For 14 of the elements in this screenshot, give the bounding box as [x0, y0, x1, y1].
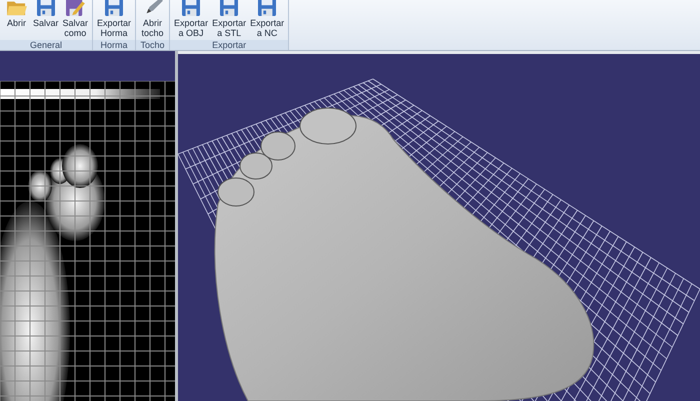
ribbon-button[interactable]: Abrir	[2, 0, 31, 28]
folder-icon	[6, 0, 28, 16]
ribbon-button[interactable]: Abrir tocho	[138, 0, 168, 38]
ribbon-button[interactable]: Exportar Horma	[95, 0, 134, 38]
ribbon-button[interactable]: Exportar a NC	[248, 0, 286, 38]
ribbon-button[interactable]: Salvar como	[60, 0, 90, 38]
group-label: General	[0, 40, 92, 50]
group-label: Exportar	[170, 40, 288, 50]
group-label: Horma	[93, 40, 136, 50]
ribbon-button[interactable]: Salvar	[31, 0, 61, 28]
group-label: Tocho	[136, 40, 170, 50]
ribbon-button[interactable]: Exportar a STL	[210, 0, 248, 38]
ribbon-button[interactable]: Exportar a OBJ	[172, 0, 210, 38]
floppy-disk-pencil-icon	[64, 0, 86, 16]
